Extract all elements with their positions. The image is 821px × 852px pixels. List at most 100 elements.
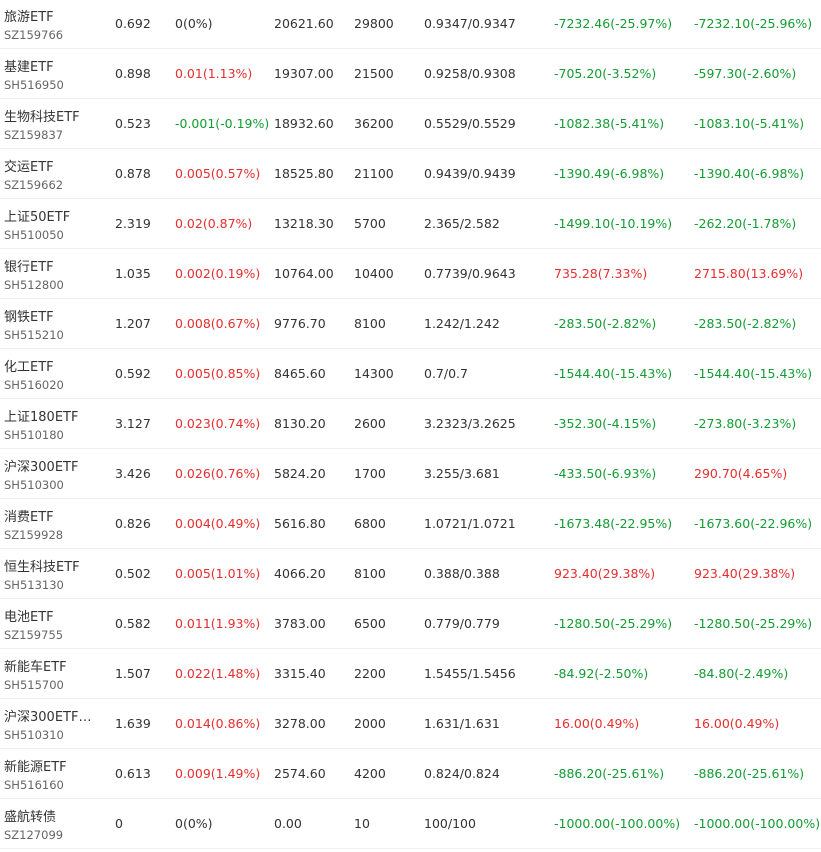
table-row[interactable]: 钢铁ETF SH515210 1.207 0.008(0.67%) 9776.7… [0, 299, 821, 349]
table-row[interactable]: 电池ETF SZ159755 0.582 0.011(1.93%) 3783.0… [0, 599, 821, 649]
security-name[interactable]: 上证180ETF [4, 406, 104, 425]
security-cell[interactable]: 恒生科技ETF SH513130 [4, 549, 108, 598]
profit-loss-alt-cell: 290.70(4.65%) [694, 466, 788, 481]
quantity-cell: 10 [354, 816, 370, 831]
security-name[interactable]: 基建ETF [4, 56, 104, 75]
price-cell: 0.523 [115, 116, 151, 131]
market-value-cell: 18932.60 [274, 116, 334, 131]
security-cell[interactable]: 交运ETF SZ159662 [4, 149, 108, 198]
market-value-cell: 3315.40 [274, 666, 326, 681]
security-name[interactable]: 新能源ETF [4, 756, 104, 775]
security-cell[interactable]: 电池ETF SZ159755 [4, 599, 108, 648]
profit-loss-cell: -1544.40(-15.43%) [554, 366, 673, 381]
quantity-cell: 8100 [354, 566, 386, 581]
security-cell[interactable]: 沪深300ETF SH510300 [4, 449, 108, 498]
security-name[interactable]: 恒生科技ETF [4, 556, 104, 575]
table-row[interactable]: 消费ETF SZ159928 0.826 0.004(0.49%) 5616.8… [0, 499, 821, 549]
holdings-table: 旅游ETF SZ159766 0.692 0(0%) 20621.60 2980… [0, 0, 821, 849]
market-value-cell: 13218.30 [274, 216, 334, 231]
market-value-cell: 19307.00 [274, 66, 334, 81]
table-row[interactable]: 恒生科技ETF SH513130 0.502 0.005(1.01%) 4066… [0, 549, 821, 599]
profit-loss-alt-cell: -1280.50(-25.29%) [694, 616, 813, 631]
table-row[interactable]: 化工ETF SH516020 0.592 0.005(0.85%) 8465.6… [0, 349, 821, 399]
security-code: SH516950 [4, 78, 64, 92]
table-row[interactable]: 上证50ETF SH510050 2.319 0.02(0.87%) 13218… [0, 199, 821, 249]
table-row[interactable]: 新能车ETF SH515700 1.507 0.022(1.48%) 3315.… [0, 649, 821, 699]
security-cell[interactable]: 旅游ETF SZ159766 [4, 0, 108, 48]
price-cell: 0.502 [115, 566, 151, 581]
table-row[interactable]: 盛航转债 SZ127099 0 0(0%) 0.00 10 100/100 -1… [0, 799, 821, 849]
security-name[interactable]: 上证50ETF [4, 206, 104, 225]
security-name[interactable]: 电池ETF [4, 606, 104, 625]
security-cell[interactable]: 基建ETF SH516950 [4, 49, 108, 98]
quantity-cell: 2000 [354, 716, 386, 731]
quantity-cell: 2600 [354, 416, 386, 431]
security-cell[interactable]: 沪深300ETF… SH510310 [4, 699, 108, 748]
quantity-cell: 4200 [354, 766, 386, 781]
profit-loss-cell: -352.30(-4.15%) [554, 416, 657, 431]
cost-cell: 100/100 [424, 816, 476, 831]
change-cell: 0.009(1.49%) [175, 766, 261, 781]
security-cell[interactable]: 新能车ETF SH515700 [4, 649, 108, 698]
security-name[interactable]: 沪深300ETF [4, 456, 104, 475]
profit-loss-alt-cell: -273.80(-3.23%) [694, 416, 797, 431]
security-cell[interactable]: 上证50ETF SH510050 [4, 199, 108, 248]
table-row[interactable]: 上证180ETF SH510180 3.127 0.023(0.74%) 813… [0, 399, 821, 449]
security-cell[interactable]: 新能源ETF SH516160 [4, 749, 108, 798]
cost-cell: 0.7/0.7 [424, 366, 468, 381]
security-name[interactable]: 沪深300ETF… [4, 706, 104, 725]
security-code: SH510300 [4, 478, 64, 492]
security-code: SH515700 [4, 678, 64, 692]
security-name[interactable]: 交运ETF [4, 156, 104, 175]
security-code: SZ159766 [4, 28, 64, 42]
table-row[interactable]: 银行ETF SH512800 1.035 0.002(0.19%) 10764.… [0, 249, 821, 299]
profit-loss-cell: 923.40(29.38%) [554, 566, 656, 581]
profit-loss-cell: -283.50(-2.82%) [554, 316, 657, 331]
price-cell: 3.127 [115, 416, 151, 431]
table-row[interactable]: 生物科技ETF SZ159837 0.523 -0.001(-0.19%) 18… [0, 99, 821, 149]
security-cell[interactable]: 生物科技ETF SZ159837 [4, 99, 108, 148]
security-cell[interactable]: 银行ETF SH512800 [4, 249, 108, 298]
security-code: SH516160 [4, 778, 64, 792]
table-row[interactable]: 新能源ETF SH516160 0.613 0.009(1.49%) 2574.… [0, 749, 821, 799]
table-row[interactable]: 旅游ETF SZ159766 0.692 0(0%) 20621.60 2980… [0, 0, 821, 49]
market-value-cell: 20621.60 [274, 16, 334, 31]
market-value-cell: 3278.00 [274, 716, 326, 731]
change-cell: 0(0%) [175, 816, 213, 831]
quantity-cell: 21500 [354, 66, 394, 81]
security-cell[interactable]: 上证180ETF SH510180 [4, 399, 108, 448]
profit-loss-alt-cell: -886.20(-25.61%) [694, 766, 805, 781]
quantity-cell: 6800 [354, 516, 386, 531]
change-cell: 0.026(0.76%) [175, 466, 261, 481]
table-row[interactable]: 沪深300ETF SH510300 3.426 0.026(0.76%) 582… [0, 449, 821, 499]
table-row[interactable]: 交运ETF SZ159662 0.878 0.005(0.57%) 18525.… [0, 149, 821, 199]
security-name[interactable]: 化工ETF [4, 356, 104, 375]
security-name[interactable]: 银行ETF [4, 256, 104, 275]
price-cell: 0.878 [115, 166, 151, 181]
security-code: SZ159928 [4, 528, 64, 542]
cost-cell: 0.824/0.824 [424, 766, 500, 781]
profit-loss-alt-cell: -1673.60(-22.96%) [694, 516, 813, 531]
security-cell[interactable]: 化工ETF SH516020 [4, 349, 108, 398]
table-row[interactable]: 基建ETF SH516950 0.898 0.01(1.13%) 19307.0… [0, 49, 821, 99]
security-name[interactable]: 生物科技ETF [4, 106, 104, 125]
market-value-cell: 9776.70 [274, 316, 326, 331]
quantity-cell: 14300 [354, 366, 394, 381]
profit-loss-cell: -1673.48(-22.95%) [554, 516, 673, 531]
profit-loss-alt-cell: -262.20(-1.78%) [694, 216, 797, 231]
cost-cell: 1.242/1.242 [424, 316, 500, 331]
quantity-cell: 10400 [354, 266, 394, 281]
security-name[interactable]: 消费ETF [4, 506, 104, 525]
security-name[interactable]: 盛航转债 [4, 806, 104, 825]
market-value-cell: 3783.00 [274, 616, 326, 631]
security-name[interactable]: 钢铁ETF [4, 306, 104, 325]
security-name[interactable]: 新能车ETF [4, 656, 104, 675]
market-value-cell: 5824.20 [274, 466, 326, 481]
change-cell: 0.002(0.19%) [175, 266, 261, 281]
security-cell[interactable]: 消费ETF SZ159928 [4, 499, 108, 548]
profit-loss-cell: -1000.00(-100.00%) [554, 816, 681, 831]
security-cell[interactable]: 钢铁ETF SH515210 [4, 299, 108, 348]
security-cell[interactable]: 盛航转债 SZ127099 [4, 799, 108, 848]
table-row[interactable]: 沪深300ETF… SH510310 1.639 0.014(0.86%) 32… [0, 699, 821, 749]
security-name[interactable]: 旅游ETF [4, 6, 104, 25]
